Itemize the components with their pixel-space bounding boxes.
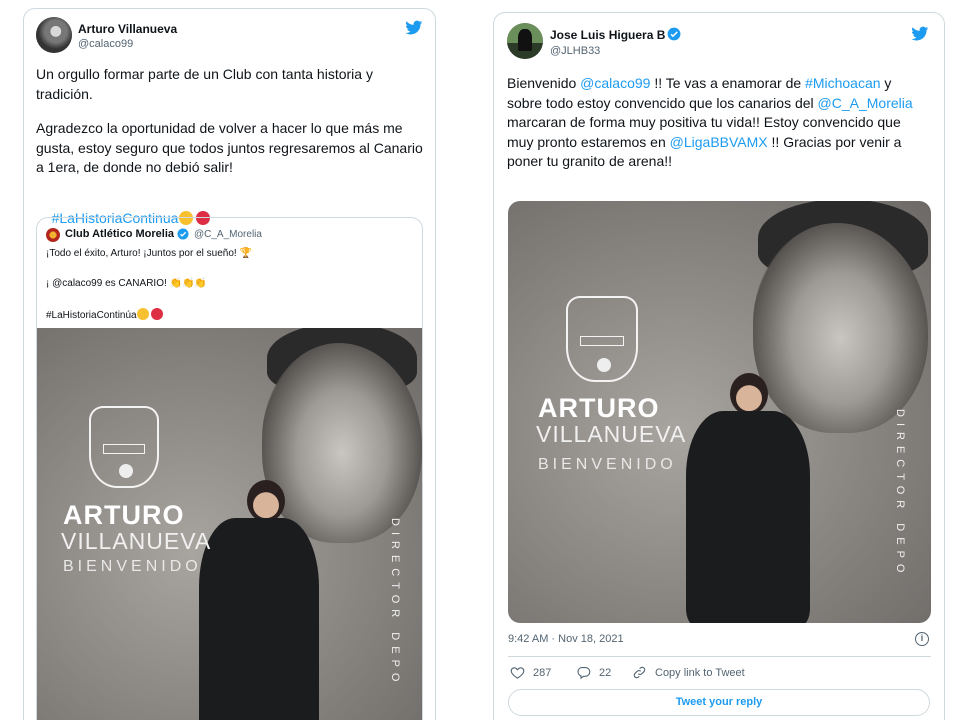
quoted-author-name[interactable]: Club Atlético Morelia <box>65 228 174 240</box>
club-crest-logo <box>89 406 159 488</box>
poster-welcome-text: BIENVENIDO <box>538 456 677 473</box>
text-segment: !! Te vas a enamorar de <box>650 75 806 91</box>
yellow-circle-emoji <box>136 308 149 320</box>
right-tweet-card[interactable]: Jose Luis Higuera B @JLHB33 Bienvenido @… <box>493 12 945 720</box>
author-avatar[interactable] <box>507 23 543 59</box>
club-avatar[interactable] <box>46 228 60 242</box>
like-action[interactable]: 287 <box>510 665 551 680</box>
poster-welcome-text: BIENVENIDO <box>63 558 202 575</box>
poster-name-last: VILLANUEVA <box>61 528 212 554</box>
club-crest-logo <box>566 296 638 382</box>
poster-person-head <box>247 480 285 522</box>
reply-count: 22 <box>599 666 612 679</box>
poster-name-last: VILLANUEVA <box>536 421 687 447</box>
red-circle-emoji <box>150 308 163 320</box>
mention-link[interactable]: @calaco99 <box>580 75 650 91</box>
reply-icon <box>577 666 591 680</box>
poster-role-text: DIRECTOR DEPO <box>894 409 906 579</box>
quoted-text-line-3: #LaHistoriaContinúa <box>46 308 163 321</box>
author-handle[interactable]: @JLHB33 <box>550 45 600 57</box>
tweet-your-reply-button[interactable]: Tweet your reply <box>508 689 930 716</box>
quoted-tweet[interactable]: Club Atlético Morelia @C_A_Morelia ¡Todo… <box>36 217 423 720</box>
author-avatar[interactable] <box>36 17 72 53</box>
quoted-text-line-2: ¡ @calaco99 es CANARIO! 👏👏👏 <box>46 278 207 289</box>
tweet-text-paragraph-1: Un orgullo formar parte de un Club con t… <box>36 66 377 102</box>
quoted-author-handle[interactable]: @C_A_Morelia <box>194 229 262 240</box>
poster-name-first: ARTURO <box>538 393 660 423</box>
tweet-media-image[interactable]: ARTURO VILLANUEVA BIENVENIDO DIRECTOR DE… <box>508 201 931 623</box>
divider <box>508 656 931 657</box>
quoted-hashtag[interactable]: #LaHistoriaContinúa <box>46 310 137 321</box>
tweet-text: Bienvenido @calaco99 !! Te vas a enamora… <box>507 74 927 172</box>
verified-badge-icon <box>667 27 681 41</box>
poster-person-body <box>686 411 810 623</box>
verified-badge-icon <box>177 228 189 240</box>
text-segment: Bienvenido <box>507 75 581 91</box>
twitter-bird-icon[interactable] <box>404 19 424 36</box>
poster-portrait-face <box>262 343 422 543</box>
poster-portrait-face <box>753 223 928 433</box>
tweet-timestamp[interactable]: 9:42 AM · Nov 18, 2021 <box>508 633 624 645</box>
info-icon[interactable]: i <box>915 632 929 646</box>
reply-action[interactable]: 22 <box>576 665 611 680</box>
left-tweet-card[interactable]: Arturo Villanueva @calaco99 Un orgullo f… <box>23 8 436 720</box>
link-icon <box>633 666 646 679</box>
author-handle[interactable]: @calaco99 <box>78 38 133 50</box>
author-name[interactable]: Jose Luis Higuera B <box>550 28 665 42</box>
mention-link[interactable]: @LigaBBVAMX <box>670 134 768 150</box>
like-count: 287 <box>533 666 552 679</box>
poster-person-body <box>199 518 319 720</box>
author-name[interactable]: Arturo Villanueva <box>78 22 177 36</box>
poster-person-head <box>730 373 768 415</box>
mention-link[interactable]: @C_A_Morelia <box>818 95 913 111</box>
poster-name-first: ARTURO <box>63 500 185 530</box>
quoted-media-image[interactable]: ARTURO VILLANUEVA BIENVENIDO DIRECTOR DE… <box>37 328 422 720</box>
quoted-text-line-1: ¡Todo el éxito, Arturo! ¡Juntos por el s… <box>46 248 252 259</box>
copy-link-label: Copy link to Tweet <box>655 666 745 679</box>
twitter-bird-icon[interactable] <box>910 25 930 42</box>
tweet-text-paragraph-2: Agradezco la oportunidad de volver a hac… <box>36 120 427 175</box>
heart-icon <box>510 667 525 679</box>
hashtag-link[interactable]: #Michoacan <box>805 75 881 91</box>
poster-role-text: DIRECTOR DEPO <box>389 518 401 688</box>
copy-link-action[interactable]: Copy link to Tweet <box>632 665 745 680</box>
